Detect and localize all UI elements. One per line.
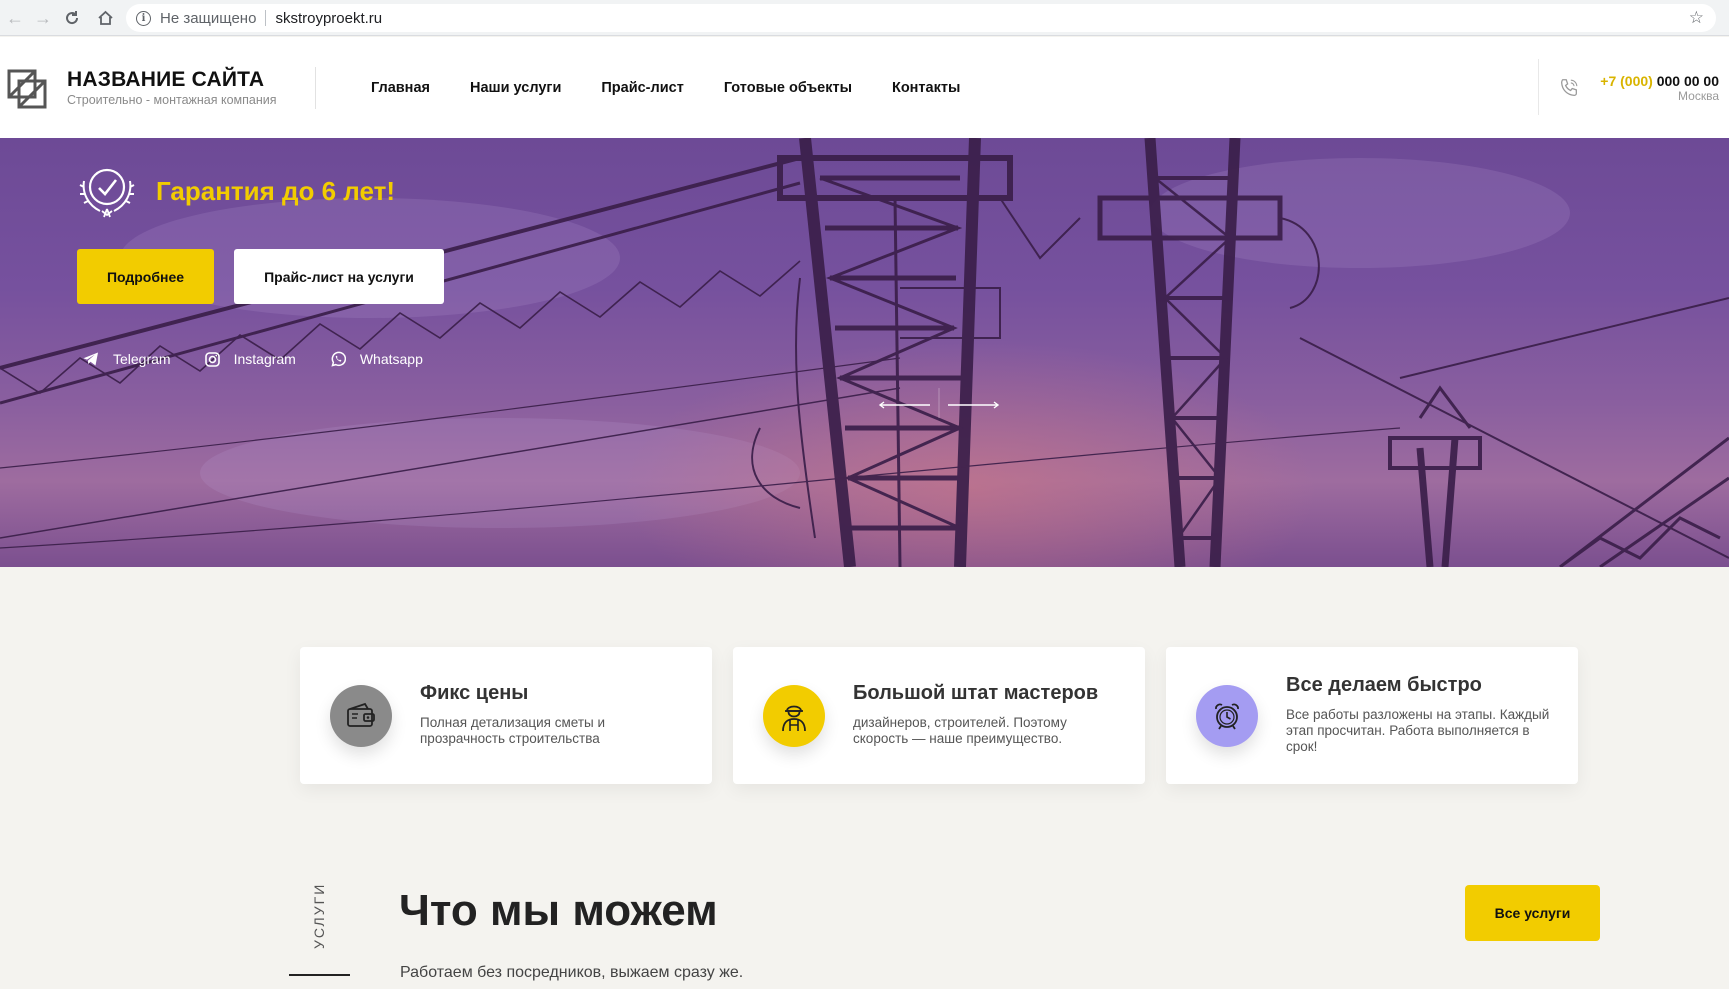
reload-icon[interactable] [57, 3, 87, 33]
guarantee-text: Гарантия до 6 лет! [156, 175, 395, 206]
feature-icon-circle [1196, 685, 1258, 747]
address-bar[interactable]: i Не защищено skstroyproekt.ru ☆ [126, 4, 1716, 32]
whatsapp-icon [331, 351, 346, 367]
instagram-link[interactable]: Instagram [204, 351, 296, 367]
feature-title: Большой штат мастеров [853, 682, 1099, 704]
guarantee-medal-icon [79, 168, 135, 218]
forward-arrow-icon[interactable]: → [28, 3, 58, 33]
site-tagline: Строительно - монтажная компания [67, 93, 277, 107]
more-button[interactable]: Подробнее [77, 249, 214, 304]
site-header: НАЗВАНИЕ САЙТА Строительно - монтажная к… [0, 37, 1729, 138]
telegram-label: Telegram [113, 351, 171, 367]
logo-icon[interactable] [7, 69, 47, 109]
main-nav: Главная Наши услуги Прайс-лист Готовые о… [371, 80, 960, 96]
hero-banner: Гарантия до 6 лет! Подробнее Прайс-лист … [0, 138, 1729, 567]
phone-icon [1561, 79, 1578, 96]
url-text[interactable]: skstroyproekt.ru [275, 10, 382, 27]
telegram-link[interactable]: Telegram [83, 351, 171, 367]
guarantee-block: Гарантия до 6 лет! [76, 163, 395, 219]
instagram-icon [204, 351, 220, 367]
whatsapp-label: Whatsapp [359, 351, 423, 367]
header-divider-right [1538, 59, 1539, 115]
nav-item-contacts[interactable]: Контакты [892, 80, 960, 96]
nav-item-home[interactable]: Главная [371, 80, 430, 96]
feature-title: Фикс цены [420, 682, 529, 704]
nav-item-objects[interactable]: Готовые объекты [724, 80, 852, 96]
feature-text: Полная детализация сметы и прозрачность … [420, 715, 606, 746]
info-icon[interactable]: i [136, 10, 151, 26]
phone-number[interactable]: +7 (000) 000 00 00 [1600, 73, 1719, 89]
telegram-icon [83, 352, 98, 366]
feature-card: Все делаем быстро Все работы разложены н… [1166, 647, 1578, 784]
feature-title: Все делаем быстро [1286, 674, 1482, 696]
alarm-clock-icon [1215, 703, 1239, 730]
omnibox-separator [265, 10, 267, 26]
services-underline [289, 974, 350, 976]
slider-arrows [878, 388, 1000, 418]
wallet-icon [347, 702, 375, 727]
services-subtitle: Работаем без посредников, выжаем сразу ж… [400, 964, 744, 981]
feature-icon-circle [763, 685, 825, 747]
feature-icon-circle [330, 685, 392, 747]
instagram-label: Instagram [233, 351, 296, 367]
security-label: Не защищено [160, 9, 257, 27]
phone-code: +7 (000) [1600, 73, 1653, 89]
price-list-button[interactable]: Прайс-лист на услуги [234, 249, 444, 304]
services-vertical-label: УСЛУГИ [297, 882, 347, 955]
feature-card: Большой штат мастеров дизайнеров, строит… [733, 647, 1145, 784]
browser-toolbar: ← → i Не защищено skstroyproekt.ru ☆ [0, 0, 1729, 36]
back-arrow-icon[interactable]: ← [0, 3, 30, 33]
slider-prev-arrow-icon[interactable] [878, 388, 938, 418]
feature-text: Все работы разложены на этапы. Каждый эт… [1286, 707, 1550, 754]
phone-digits: 000 00 00 [1652, 73, 1719, 89]
slider-next-arrow-icon[interactable] [940, 388, 1000, 418]
whatsapp-link[interactable]: Whatsapp [330, 351, 423, 367]
bookmark-star-icon[interactable]: ☆ [1689, 8, 1704, 28]
site-name[interactable]: НАЗВАНИЕ САЙТА [67, 68, 264, 92]
nav-item-services[interactable]: Наши услуги [470, 80, 561, 96]
all-services-button[interactable]: Все услуги [1465, 885, 1600, 941]
feature-text: дизайнеров, строителей. Поэтому скорость… [853, 715, 1067, 746]
services-heading: Что мы можем [399, 886, 718, 935]
worker-icon [782, 705, 806, 732]
phone-city: Москва [1678, 89, 1719, 103]
social-links: Telegram Instagram Whatsapp [83, 351, 423, 367]
services-label-text: УСЛУГИ [311, 882, 327, 949]
feature-card: Фикс цены Полная детализация сметы и про… [300, 647, 712, 784]
nav-item-price-list[interactable]: Прайс-лист [601, 80, 683, 96]
header-divider [315, 67, 316, 109]
home-icon[interactable] [90, 3, 120, 33]
